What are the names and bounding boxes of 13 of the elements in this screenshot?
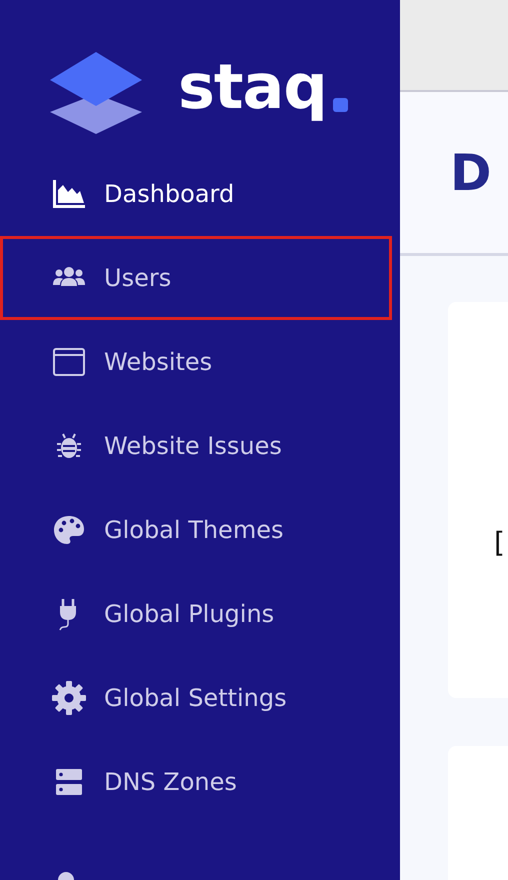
- nav-item[interactable]: Global Plugins: [0, 572, 392, 656]
- page-title: D: [450, 144, 492, 202]
- nav-item[interactable]: Websites: [0, 320, 392, 404]
- nav-item[interactable]: Global Themes: [0, 488, 392, 572]
- nav-item[interactable]: Website Issues: [0, 404, 392, 488]
- layers-logo-icon: [48, 50, 144, 136]
- card-text: [: [494, 526, 506, 559]
- settings-icon: [51, 680, 87, 716]
- logo-wordmark: staq: [178, 56, 327, 125]
- nav-item[interactable]: Users: [0, 236, 392, 320]
- nav-item[interactable]: Global Settings: [0, 656, 392, 740]
- nav-item[interactable]: Dashboard: [0, 152, 392, 236]
- nav-item[interactable]: DNS Zones: [0, 740, 392, 824]
